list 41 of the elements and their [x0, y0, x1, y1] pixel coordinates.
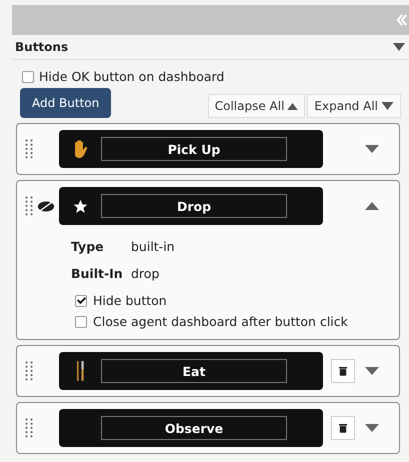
caret-icon[interactable] [365, 367, 379, 375]
drag-handle-icon[interactable] [25, 361, 33, 381]
hand-icon [72, 139, 88, 159]
button-preview[interactable]: Pick Up [59, 130, 323, 168]
button-preview[interactable]: Drop [59, 187, 323, 225]
collapse-all-button[interactable]: Collapse All [208, 94, 306, 118]
button-label-field[interactable]: Eat [101, 359, 287, 383]
caret-icon[interactable] [365, 424, 379, 432]
checkbox[interactable] [75, 294, 87, 306]
button-label-field[interactable]: Pick Up [101, 137, 287, 161]
section-title: Buttons [15, 40, 68, 54]
button-label-field[interactable]: Drop [101, 194, 287, 218]
button-preview[interactable]: Eat [59, 352, 323, 390]
trash-icon [339, 366, 347, 376]
button-label-field[interactable]: Observe [101, 416, 287, 440]
checkbox-label: Close agent dashboard after button click [93, 314, 348, 329]
checkbox-label: Hide OK button on dashboard [39, 69, 224, 84]
trash-icon [339, 423, 347, 433]
caret-icon[interactable] [365, 202, 379, 210]
caret-icon[interactable] [365, 145, 379, 153]
field-label: Type [71, 239, 105, 254]
fork-knife-icon [76, 361, 84, 381]
caret-up-icon [287, 102, 298, 110]
field-value: drop [131, 266, 160, 281]
checkbox[interactable] [75, 316, 87, 328]
drag-handle-icon[interactable] [25, 418, 33, 438]
checkbox[interactable] [22, 70, 34, 82]
field-value: built-in [131, 239, 175, 254]
expand-all-button[interactable]: Expand All [307, 94, 401, 118]
star-icon [72, 198, 88, 214]
caret-icon[interactable] [393, 43, 405, 51]
delete-button[interactable] [331, 359, 355, 383]
caret-down-icon [381, 102, 394, 110]
eye-slash-icon [37, 200, 55, 212]
drag-handle-icon[interactable] [25, 139, 33, 159]
add-button[interactable]: Add Button [20, 88, 112, 118]
field-label: Built-In [71, 266, 124, 281]
drag-handle-icon[interactable] [25, 196, 33, 216]
checkbox-label: Hide button [93, 293, 167, 308]
delete-button[interactable] [331, 416, 355, 440]
button-preview[interactable]: Observe [59, 409, 323, 447]
